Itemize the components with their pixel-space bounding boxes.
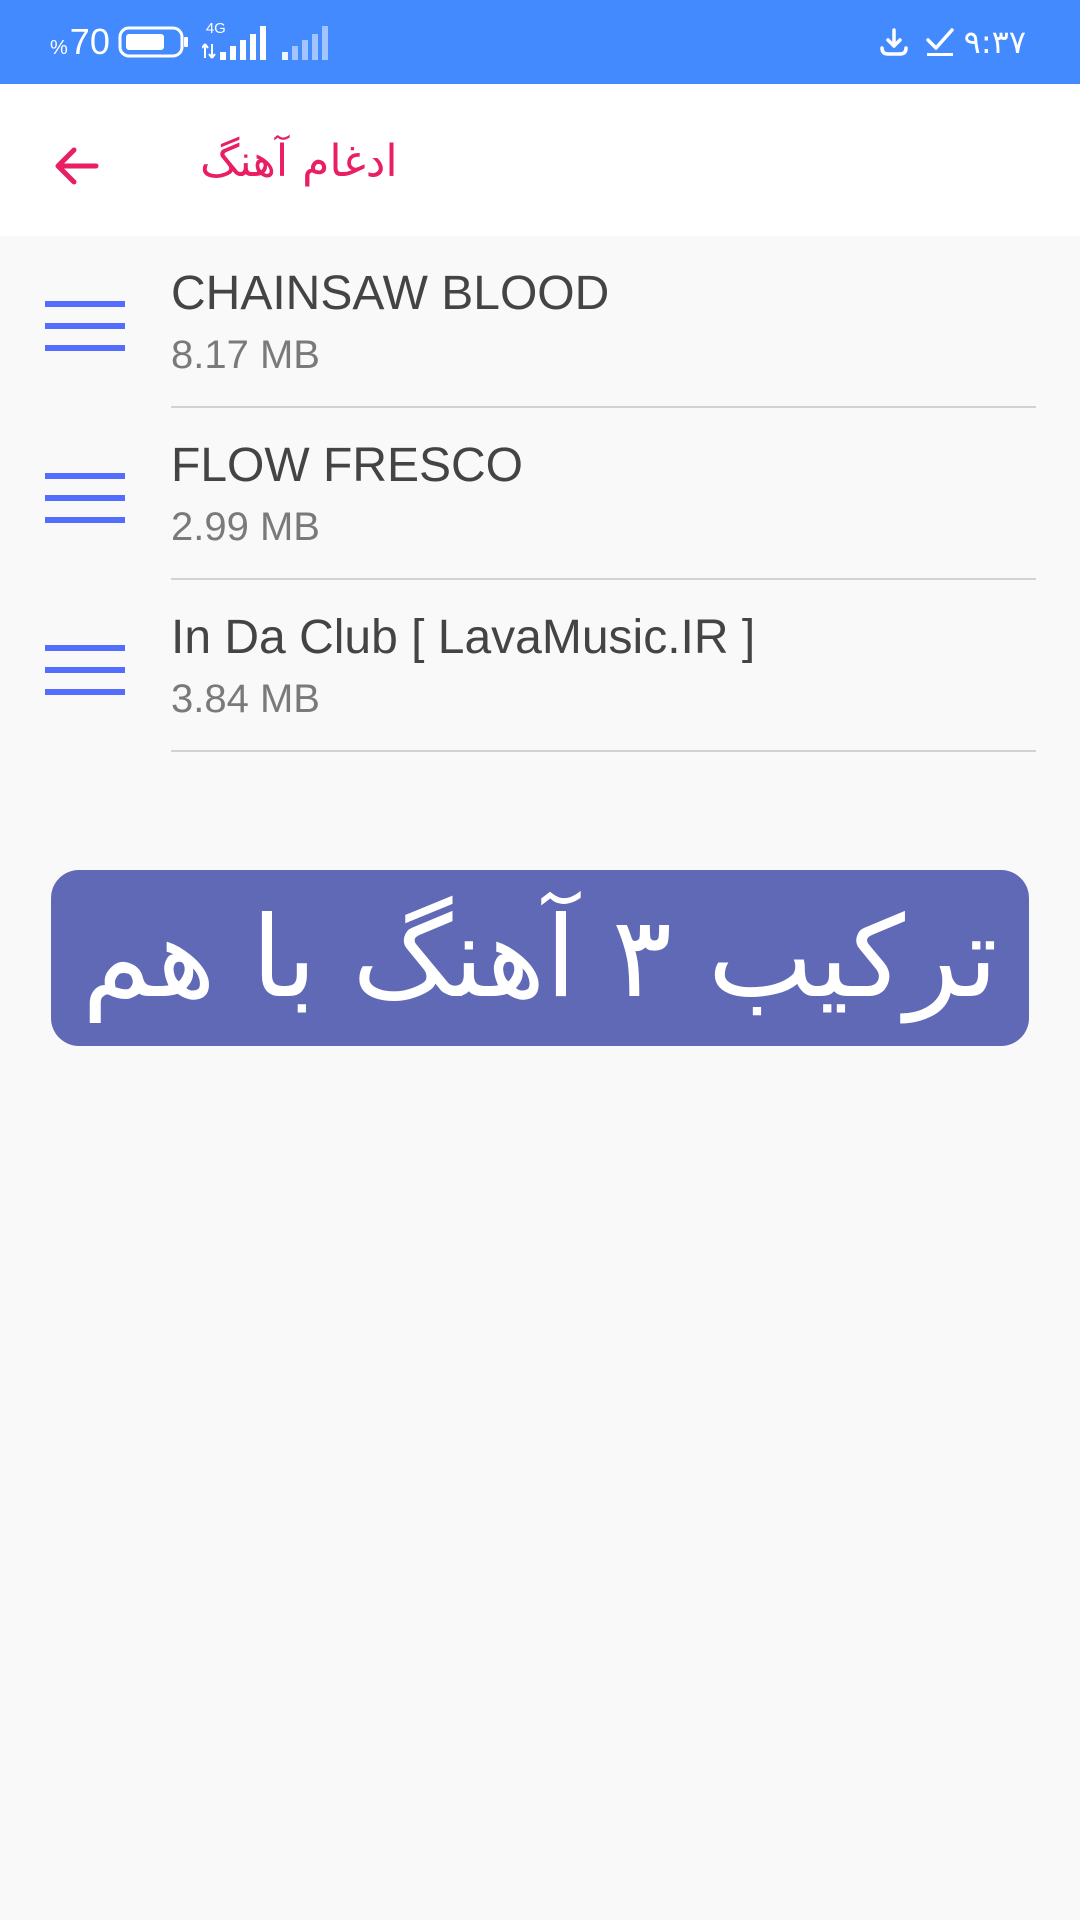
merge-banner: ترکیب ۳ آهنگ با هم [51, 870, 1029, 1046]
battery-percent-value: 70 [69, 21, 110, 62]
page-title: ادغام آهنگ [200, 136, 398, 187]
checkmark-icon [925, 28, 954, 56]
song-name: FLOW FRESCO [171, 439, 524, 492]
drag-handle-icon[interactable] [40, 458, 130, 538]
app-bar: ادغام آهنگ [0, 84, 1080, 236]
song-size: 3.84 MB [171, 677, 320, 721]
status-bar: % 70 4G ۹:۳۷ [0, 0, 1080, 84]
song-name: CHAINSAW BLOOD [171, 267, 610, 320]
arrow-left-icon [55, 147, 99, 185]
download-icon [879, 28, 908, 56]
back-button[interactable] [40, 130, 112, 202]
signal-strength-2-icon [281, 26, 328, 60]
drag-handle-icon[interactable] [40, 630, 130, 710]
network-indicator: 4G [201, 20, 270, 64]
banner-text: ترکیب ۳ آهنگ با هم [82, 893, 998, 1023]
song-size: 8.17 MB [171, 333, 320, 377]
status-bar-right: ۹:۳۷ [878, 0, 1026, 84]
status-bar-left: % 70 4G [50, 0, 332, 84]
list-item[interactable]: In Da Club [ LavaMusic.IR ] 3.84 MB [0, 580, 1080, 752]
song-size: 2.99 MB [171, 505, 320, 549]
signal-strength-icon [201, 26, 266, 60]
status-clock: ۹:۳۷ [963, 23, 1026, 61]
battery-percentage: % 70 [50, 21, 110, 63]
battery-percent-sign: % [50, 37, 68, 59]
list-item[interactable]: CHAINSAW BLOOD 8.17 MB [0, 236, 1080, 408]
divider [171, 750, 1036, 752]
drag-handle-icon[interactable] [40, 286, 130, 366]
battery-icon [118, 26, 188, 58]
song-list: CHAINSAW BLOOD 8.17 MB FLOW FRESCO 2.99 … [0, 236, 1080, 752]
song-name: In Da Club [ LavaMusic.IR ] [171, 611, 756, 664]
list-item[interactable]: FLOW FRESCO 2.99 MB [0, 408, 1080, 580]
